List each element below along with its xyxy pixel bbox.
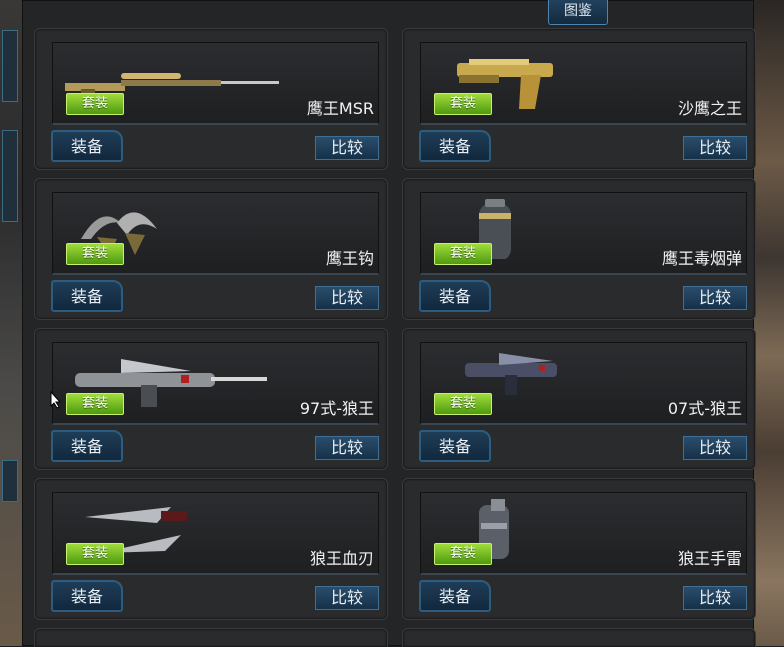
equip-button[interactable]: 装备 [51, 130, 123, 162]
item-slot: 套装 沙鹰之王 [420, 42, 747, 125]
compare-button[interactable]: 比较 [683, 286, 747, 310]
equip-button[interactable]: 装备 [419, 130, 491, 162]
item-card[interactable]: 套装 狼王手雷 装备 比较 [402, 478, 756, 620]
suit-badge: 套装 [66, 93, 124, 115]
item-card[interactable]: 套装 狼王血刃 装备 比较 [34, 478, 388, 620]
equip-button[interactable]: 装备 [51, 580, 123, 612]
equip-button[interactable]: 装备 [419, 430, 491, 462]
compare-button[interactable]: 比较 [683, 586, 747, 610]
compare-button[interactable]: 比较 [315, 286, 379, 310]
equip-button[interactable]: 装备 [419, 580, 491, 612]
mouse-cursor-icon [50, 391, 62, 409]
item-slot: 套装 07式-狼王 [420, 342, 747, 425]
compare-button[interactable]: 比较 [315, 136, 379, 160]
item-slot: 套装 鹰王钩 [52, 192, 379, 275]
equip-button[interactable]: 装备 [51, 430, 123, 462]
item-card[interactable]: 套装 沙鹰之王 装备 比较 [402, 28, 756, 170]
weapon-collection-panel: 图鉴 套装 鹰王MSR 装备 比较 套装 沙鹰之王 装备 比较 套装 鹰王钩 装… [22, 0, 756, 647]
item-card-partial [34, 628, 388, 647]
item-slot: 套装 鹰王毒烟弹 [420, 192, 747, 275]
item-card[interactable]: 套装 鹰王毒烟弹 装备 比较 [402, 178, 756, 320]
item-card[interactable]: 套装 鹰王MSR 装备 比较 [34, 28, 388, 170]
weapon-name: 鹰王MSR [306, 99, 374, 118]
suit-badge: 套装 [66, 243, 124, 265]
weapon-name: 97式-狼王 [299, 399, 374, 418]
compare-button[interactable]: 比较 [683, 136, 747, 160]
item-card-partial [402, 628, 756, 647]
item-card[interactable]: 套装 07式-狼王 装备 比较 [402, 328, 756, 470]
compare-button[interactable]: 比较 [315, 586, 379, 610]
side-panel-strip [2, 130, 18, 222]
weapon-name: 07式-狼王 [667, 399, 742, 418]
equip-button[interactable]: 装备 [51, 280, 123, 312]
suit-badge: 套装 [66, 393, 124, 415]
item-slot: 套装 鹰王MSR [52, 42, 379, 125]
side-panel-strip [2, 460, 18, 502]
side-panel-strip [2, 30, 18, 102]
equip-button[interactable]: 装备 [419, 280, 491, 312]
tab-collection[interactable]: 图鉴 [548, 0, 608, 25]
item-slot: 套装 狼王手雷 [420, 492, 747, 575]
item-card[interactable]: 套装 鹰王钩 装备 比较 [34, 178, 388, 320]
compare-button[interactable]: 比较 [315, 436, 379, 460]
right-background [754, 0, 784, 646]
weapon-name: 鹰王毒烟弹 [661, 249, 742, 268]
suit-badge: 套装 [66, 543, 124, 565]
weapon-name: 沙鹰之王 [677, 99, 742, 118]
weapon-name: 狼王手雷 [677, 549, 742, 568]
item-card[interactable]: 套装 97式-狼王 装备 比较 [34, 328, 388, 470]
weapon-name: 狼王血刃 [309, 549, 374, 568]
suit-badge: 套装 [434, 243, 492, 265]
left-background [0, 0, 22, 646]
item-slot: 套装 狼王血刃 [52, 492, 379, 575]
weapon-name: 鹰王钩 [325, 249, 374, 268]
suit-badge: 套装 [434, 543, 492, 565]
compare-button[interactable]: 比较 [683, 436, 747, 460]
suit-badge: 套装 [434, 393, 492, 415]
item-slot: 套装 97式-狼王 [52, 342, 379, 425]
suit-badge: 套装 [434, 93, 492, 115]
